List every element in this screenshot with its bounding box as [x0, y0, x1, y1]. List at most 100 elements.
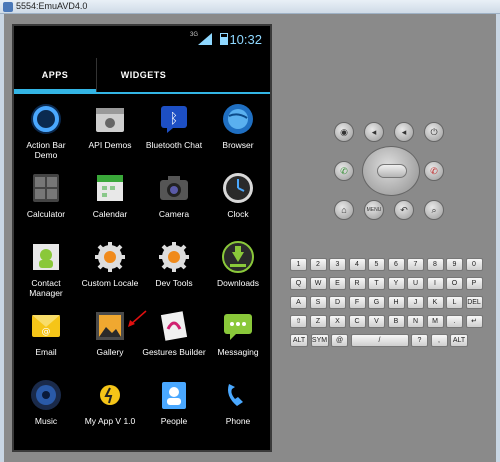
- key-row5-0[interactable]: ALT: [290, 334, 308, 347]
- tab-apps[interactable]: APPS: [14, 58, 96, 92]
- network-type: 3G: [189, 32, 198, 38]
- svg-text:@: @: [42, 327, 51, 337]
- key-row2-7[interactable]: I: [426, 277, 444, 290]
- key-row3-5[interactable]: H: [387, 296, 405, 309]
- key-row4-2[interactable]: X: [329, 315, 346, 328]
- device-screen: 3G 10:32 APPS WIDGETS Action Bar Demo API…: [12, 24, 272, 452]
- app-browser[interactable]: Browser: [206, 98, 270, 164]
- key-row1-1[interactable]: 2: [309, 258, 327, 271]
- key-row3-0[interactable]: A: [290, 296, 307, 309]
- app-downloads[interactable]: Downloads: [206, 236, 270, 302]
- gestures-builder-icon: [157, 309, 191, 343]
- app-my-app[interactable]: My App V 1.0: [78, 374, 142, 440]
- key-row5-1[interactable]: SYM: [310, 334, 329, 347]
- key-row2-9[interactable]: P: [465, 277, 483, 290]
- key-row3-9[interactable]: DEL: [465, 296, 483, 309]
- camera-button[interactable]: ◉: [334, 122, 354, 142]
- dev-tools-icon: [157, 240, 191, 274]
- key-row1-6[interactable]: 7: [407, 258, 424, 271]
- app-messaging[interactable]: Messaging: [206, 305, 270, 371]
- menu-button[interactable]: MENU: [364, 200, 384, 220]
- key-row1-2[interactable]: 3: [329, 258, 346, 271]
- key-row1-4[interactable]: 5: [368, 258, 385, 271]
- key-row3-2[interactable]: D: [329, 296, 346, 309]
- key-row2-8[interactable]: O: [446, 277, 463, 290]
- music-icon: [29, 378, 63, 412]
- key-row5-4[interactable]: ?: [411, 334, 428, 347]
- dpad[interactable]: [362, 146, 420, 196]
- browser-icon: [221, 102, 255, 136]
- volume-down-button[interactable]: ◂: [364, 122, 384, 142]
- clock-icon: [221, 171, 255, 205]
- key-row5-2[interactable]: @: [331, 334, 348, 347]
- volume-up-button[interactable]: ◂: [394, 122, 414, 142]
- status-bar: 3G 10:32: [14, 26, 270, 52]
- key-row4-7[interactable]: M: [426, 315, 444, 328]
- key-row2-1[interactable]: W: [309, 277, 327, 290]
- app-dev-tools[interactable]: Dev Tools: [142, 236, 206, 302]
- downloads-icon: [221, 240, 255, 274]
- home-button[interactable]: ⌂: [334, 200, 354, 220]
- key-row4-4[interactable]: V: [368, 315, 385, 328]
- dpad-center[interactable]: [377, 164, 407, 178]
- key-row5-5[interactable]: ,: [430, 334, 448, 347]
- app-email[interactable]: @ Email: [14, 305, 78, 371]
- app-clock[interactable]: Clock: [206, 167, 270, 233]
- power-button[interactable]: ⏻: [424, 122, 444, 142]
- app-phone[interactable]: Phone: [206, 374, 270, 440]
- back-button[interactable]: ↶: [394, 200, 414, 220]
- key-row3-8[interactable]: L: [446, 296, 463, 309]
- key-row3-6[interactable]: J: [407, 296, 424, 309]
- app-custom-locale[interactable]: Custom Locale: [78, 236, 142, 302]
- battery-icon: [220, 33, 228, 45]
- key-row3-1[interactable]: S: [309, 296, 327, 309]
- app-label: Gestures Builder: [142, 347, 206, 357]
- key-row2-5[interactable]: Y: [387, 277, 405, 290]
- app-camera[interactable]: Camera: [142, 167, 206, 233]
- app-people[interactable]: People: [142, 374, 206, 440]
- key-row4-8[interactable]: .: [446, 315, 463, 328]
- app-music[interactable]: Music: [14, 374, 78, 440]
- key-row2-2[interactable]: E: [329, 277, 346, 290]
- window-titlebar: 5554:EmuAVD4.0: [0, 0, 500, 14]
- tab-divider: [14, 92, 270, 94]
- key-row1-0[interactable]: 1: [290, 258, 307, 271]
- key-row4-6[interactable]: N: [407, 315, 424, 328]
- key-row5-3[interactable]: /: [350, 334, 409, 347]
- app-calendar[interactable]: Calendar: [78, 167, 142, 233]
- tab-widgets[interactable]: WIDGETS: [96, 58, 190, 92]
- app-calculator[interactable]: Calculator: [14, 167, 78, 233]
- key-row1-3[interactable]: 4: [348, 258, 366, 271]
- app-contact-manager[interactable]: Contact Manager: [14, 236, 78, 302]
- key-row2-0[interactable]: Q: [290, 277, 307, 290]
- app-api-demos[interactable]: API Demos: [78, 98, 142, 164]
- key-row4-9[interactable]: ↵: [465, 315, 483, 328]
- custom-locale-icon: [93, 240, 127, 274]
- key-row2-3[interactable]: R: [348, 277, 366, 290]
- key-row5-6[interactable]: ALT: [450, 334, 468, 347]
- app-action-bar-demo[interactable]: Action Bar Demo: [14, 98, 78, 164]
- app-label: Custom Locale: [81, 278, 139, 288]
- key-row4-3[interactable]: C: [348, 315, 366, 328]
- search-button[interactable]: ⌕: [424, 200, 444, 220]
- end-call-button[interactable]: ✆: [424, 161, 444, 181]
- people-icon: [157, 378, 191, 412]
- key-row3-4[interactable]: G: [368, 296, 385, 309]
- key-row2-4[interactable]: T: [368, 277, 385, 290]
- calculator-icon: [29, 171, 63, 205]
- status-time: 10:32: [229, 32, 262, 47]
- key-row1-8[interactable]: 9: [446, 258, 463, 271]
- key-row4-0[interactable]: ⇧: [290, 315, 307, 328]
- app-gestures-builder[interactable]: Gestures Builder: [142, 305, 206, 371]
- call-button[interactable]: ✆: [334, 161, 354, 181]
- phone-icon: [221, 378, 255, 412]
- key-row2-6[interactable]: U: [407, 277, 424, 290]
- key-row4-5[interactable]: B: [387, 315, 405, 328]
- key-row3-3[interactable]: F: [348, 296, 366, 309]
- key-row4-1[interactable]: Z: [309, 315, 327, 328]
- app-bluetooth-chat[interactable]: ᛒ Bluetooth Chat: [142, 98, 206, 164]
- key-row3-7[interactable]: K: [426, 296, 444, 309]
- key-row1-9[interactable]: 0: [465, 258, 483, 271]
- key-row1-7[interactable]: 8: [426, 258, 444, 271]
- key-row1-5[interactable]: 6: [387, 258, 405, 271]
